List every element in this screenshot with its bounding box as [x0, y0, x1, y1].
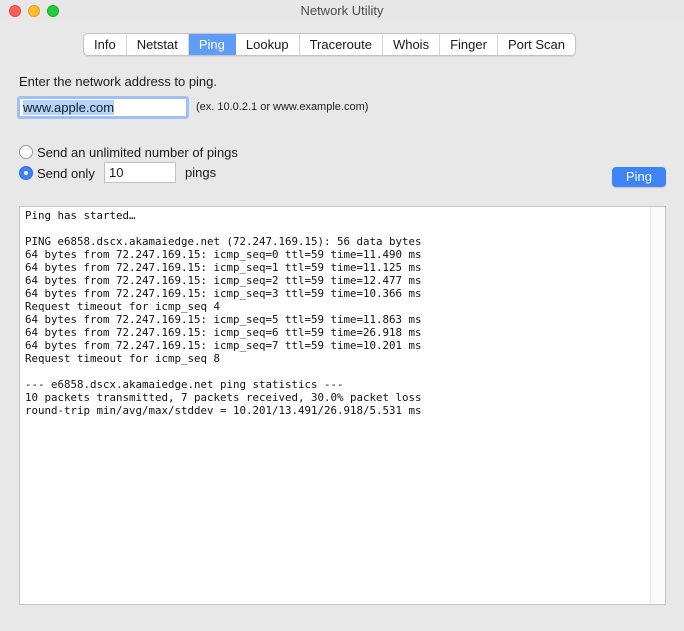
- output-line: --- e6858.dscx.akamaiedge.net ping stati…: [25, 378, 344, 391]
- output-line: Ping has started…: [25, 209, 136, 222]
- tab-port-scan[interactable]: Port Scan: [498, 34, 575, 55]
- address-input[interactable]: www.apple.com: [17, 96, 189, 119]
- tab-info[interactable]: Info: [84, 34, 127, 55]
- output-line: 64 bytes from 72.247.169.15: icmp_seq=2 …: [25, 274, 422, 287]
- address-input-value: www.apple.com: [23, 100, 115, 115]
- pings-label: pings: [185, 165, 217, 180]
- tab-lookup[interactable]: Lookup: [236, 34, 300, 55]
- tab-netstat[interactable]: Netstat: [127, 34, 189, 55]
- tab-traceroute[interactable]: Traceroute: [300, 34, 383, 55]
- output-line: 64 bytes from 72.247.169.15: icmp_seq=1 …: [25, 261, 422, 274]
- title-bar: Network Utility: [0, 0, 684, 22]
- output-line: 64 bytes from 72.247.169.15: icmp_seq=7 …: [25, 339, 422, 352]
- radio-send-only[interactable]: [19, 166, 33, 180]
- output-line: 10 packets transmitted, 7 packets receiv…: [25, 391, 422, 404]
- output-line: round-trip min/avg/max/stddev = 10.201/1…: [25, 404, 422, 417]
- radio-send-only-label[interactable]: Send only: [37, 166, 95, 181]
- tab-whois[interactable]: Whois: [383, 34, 441, 55]
- address-prompt: Enter the network address to ping.: [19, 74, 218, 89]
- output-line: 64 bytes from 72.247.169.15: icmp_seq=0 …: [25, 248, 422, 261]
- output-line: 64 bytes from 72.247.169.15: icmp_seq=3 …: [25, 287, 422, 300]
- tab-bar: Info Netstat Ping Lookup Traceroute Whoi…: [83, 33, 577, 56]
- output-line: Request timeout for icmp_seq 4: [25, 300, 221, 313]
- output-line: Request timeout for icmp_seq 8: [25, 352, 221, 365]
- radio-unlimited-label[interactable]: Send an unlimited number of pings: [37, 145, 238, 160]
- output-line: 64 bytes from 72.247.169.15: icmp_seq=5 …: [25, 313, 422, 326]
- radio-unlimited-pings[interactable]: [19, 145, 33, 159]
- output-line: PING e6858.dscx.akamaiedge.net (72.247.1…: [25, 235, 422, 248]
- output-scrollbar[interactable]: [650, 207, 665, 604]
- ping-output-text: Ping has started… PING e6858.dscx.akamaie…: [20, 207, 650, 419]
- output-line: 64 bytes from 72.247.169.15: icmp_seq=6 …: [25, 326, 422, 339]
- window-title: Network Utility: [300, 3, 384, 18]
- address-example-hint: (ex. 10.0.2.1 or www.example.com): [196, 101, 369, 113]
- ping-count-input[interactable]: 10: [104, 162, 176, 183]
- ping-button[interactable]: Ping: [612, 167, 666, 187]
- ping-output-area[interactable]: Ping has started… PING e6858.dscx.akamaie…: [19, 206, 666, 605]
- tab-ping[interactable]: Ping: [188, 34, 236, 55]
- tab-finger[interactable]: Finger: [440, 34, 498, 55]
